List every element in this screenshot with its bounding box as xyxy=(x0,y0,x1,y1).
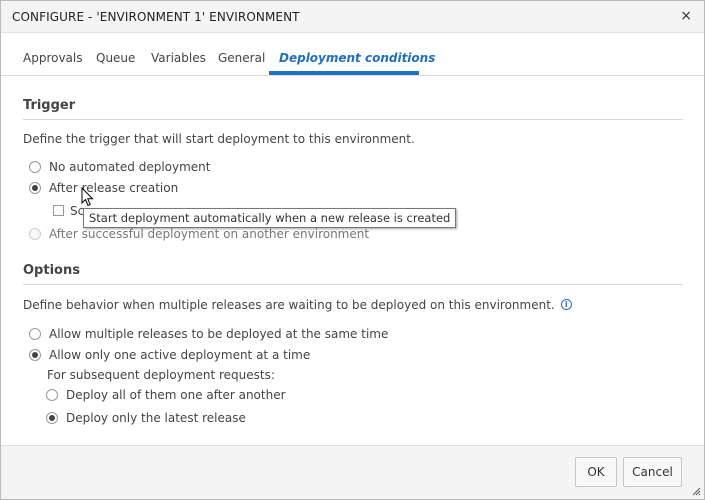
tab-content: Trigger Define the trigger that will sta… xyxy=(1,77,704,445)
radio-label: No automated deployment xyxy=(49,160,211,174)
radio-label: Deploy all of them one after another xyxy=(66,388,286,402)
radio-label: After successful deployment on another e… xyxy=(49,227,370,241)
trigger-heading: Trigger xyxy=(23,98,76,113)
radio-button[interactable] xyxy=(46,388,58,401)
radio-deploy-latest[interactable]: Deploy only the latest release xyxy=(46,411,246,425)
radio-deploy-all[interactable]: Deploy all of them one after another xyxy=(46,388,286,402)
tab-variables[interactable]: Variables xyxy=(151,51,206,65)
tab-general[interactable]: General xyxy=(218,51,265,65)
options-heading: Options xyxy=(23,263,80,278)
radio-allow-one-active-deployment[interactable]: Allow only one active deployment at a ti… xyxy=(29,348,310,362)
active-tab-indicator xyxy=(269,71,419,75)
tab-approvals[interactable]: Approvals xyxy=(23,51,83,65)
radio-after-release-creation[interactable]: After release creation xyxy=(29,181,178,195)
info-icon[interactable]: i xyxy=(560,299,572,310)
dialog-titlebar: CONFIGURE - 'ENVIRONMENT 1' ENVIRONMENT … xyxy=(1,1,704,33)
radio-no-automated-deployment[interactable]: No automated deployment xyxy=(29,160,210,174)
radio-button[interactable] xyxy=(29,327,41,340)
trigger-divider xyxy=(23,119,683,120)
dialog-title: CONFIGURE - 'ENVIRONMENT 1' ENVIRONMENT xyxy=(12,10,300,24)
tab-deployment-conditions[interactable]: Deployment conditions xyxy=(279,51,435,65)
cancel-button[interactable]: Cancel xyxy=(623,457,682,487)
ok-button[interactable]: OK xyxy=(575,457,617,487)
radio-label: After release creation xyxy=(49,181,179,195)
radio-label: Allow only one active deployment at a ti… xyxy=(49,348,311,362)
tab-bar: Approvals Queue Variables General Deploy… xyxy=(1,34,704,76)
resize-grip-icon[interactable] xyxy=(691,486,701,496)
close-icon[interactable]: × xyxy=(680,8,692,24)
radio-label: Allow multiple releases to be deployed a… xyxy=(49,327,389,341)
checkbox[interactable] xyxy=(53,205,64,216)
radio-button[interactable] xyxy=(46,411,58,424)
dialog-footer: OK Cancel xyxy=(1,445,704,499)
subsequent-requests-label: For subsequent deployment requests: xyxy=(47,368,275,382)
options-description: Define behavior when multiple releases a… xyxy=(23,298,572,312)
radio-button[interactable] xyxy=(29,160,41,173)
options-description-text: Define behavior when multiple releases a… xyxy=(23,298,555,312)
radio-button[interactable] xyxy=(29,227,41,240)
tooltip: Start deployment automatically when a ne… xyxy=(83,208,457,228)
tab-queue[interactable]: Queue xyxy=(96,51,135,65)
schedule-checkbox[interactable]: Sc xyxy=(53,204,84,218)
mouse-pointer-icon xyxy=(81,187,94,207)
options-divider xyxy=(23,284,683,285)
trigger-description: Define the trigger that will start deplo… xyxy=(23,132,415,146)
radio-button[interactable] xyxy=(29,181,41,194)
radio-after-successful-deployment[interactable]: After successful deployment on another e… xyxy=(29,227,369,241)
configure-dialog: CONFIGURE - 'ENVIRONMENT 1' ENVIRONMENT … xyxy=(0,0,705,500)
radio-button[interactable] xyxy=(29,348,41,361)
radio-label: Deploy only the latest release xyxy=(66,411,246,425)
vertical-scrollbar[interactable] xyxy=(692,77,704,445)
radio-allow-multiple-releases[interactable]: Allow multiple releases to be deployed a… xyxy=(29,327,388,341)
